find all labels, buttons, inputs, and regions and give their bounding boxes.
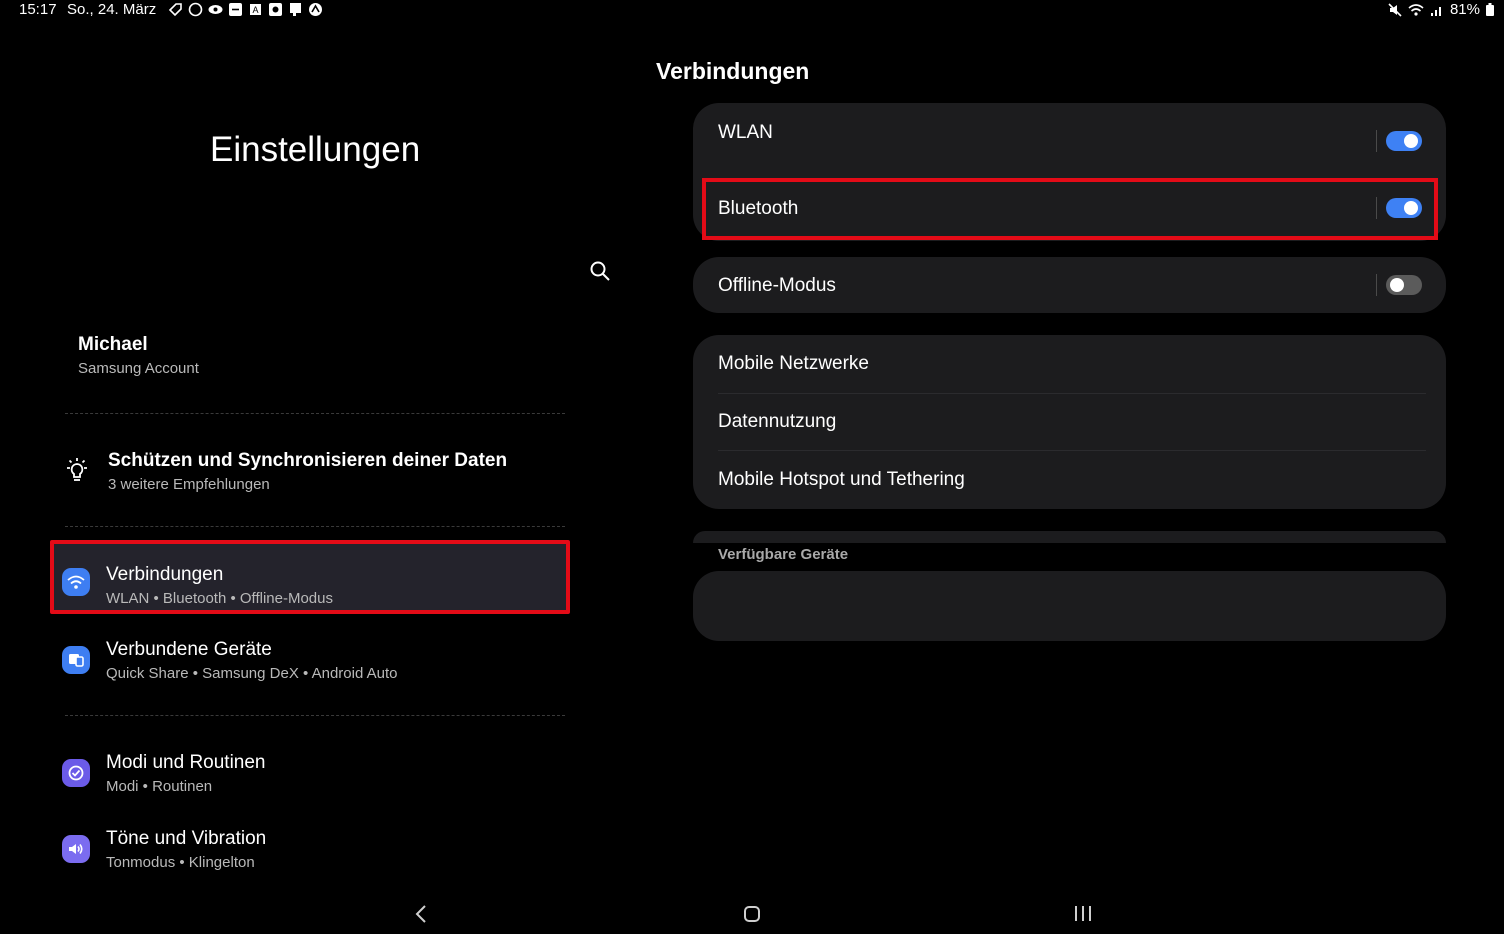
offline-mode-label[interactable]: Offline-Modus — [718, 275, 836, 297]
recent-apps-icon[interactable] — [1075, 906, 1091, 921]
tip-subtitle: 3 weitere Empfehlungen — [108, 476, 270, 493]
divider — [65, 526, 565, 527]
wifi-signal-icon — [1408, 3, 1424, 16]
devices-icon — [62, 646, 90, 674]
cell-signal-icon — [1430, 6, 1441, 16]
routines-icon — [62, 759, 90, 787]
menu-item-subtitle: Tonmodus • Klingelton — [106, 854, 255, 871]
offline-card: Offline-Modus — [693, 257, 1446, 313]
hotspot-tethering-item[interactable]: Mobile Hotspot und Tethering — [718, 469, 965, 491]
a-icon: A — [248, 2, 263, 17]
lightbulb-icon — [63, 456, 91, 484]
svg-text:A: A — [253, 5, 259, 15]
notes-icon — [288, 2, 303, 17]
menu-item-verbindungen[interactable]: Verbindungen WLAN • Bluetooth • Offline-… — [50, 540, 570, 614]
menu-item-title: Verbundene Geräte — [106, 639, 272, 660]
section-title: Verbindungen — [656, 58, 810, 84]
dex-icon — [268, 2, 283, 17]
divider — [65, 413, 565, 414]
game-icon — [308, 2, 323, 17]
menu-item-title: Verbindungen — [106, 564, 224, 585]
network-card: Mobile Netzwerke Datennutzung Mobile Hot… — [693, 335, 1446, 509]
home-icon[interactable] — [744, 906, 760, 922]
divider — [718, 393, 1426, 394]
toggle-separator — [1376, 130, 1377, 152]
menu-item-subtitle: Quick Share • Samsung DeX • Android Auto — [106, 665, 398, 682]
status-date: So., 24. März — [67, 1, 157, 18]
menu-item-subtitle: WLAN • Bluetooth • Offline-Modus — [106, 590, 333, 607]
status-notification-icons: A — [168, 2, 323, 17]
status-system-icons: 81% — [1388, 1, 1494, 18]
menu-item-verbundene-geraete[interactable]: Verbundene Geräte Quick Share • Samsung … — [50, 622, 570, 696]
status-time: 15:17 — [19, 1, 57, 18]
wifi-icon — [62, 568, 90, 596]
menu-item-title: Töne und Vibration — [106, 828, 267, 849]
offline-mode-toggle[interactable] — [1386, 275, 1422, 295]
menu-item-toene-vibration[interactable]: Töne und Vibration Tonmodus • Klingelton — [50, 811, 570, 885]
menu-item-modi-routinen[interactable]: Modi und Routinen Modi • Routinen — [50, 735, 570, 809]
account-subtitle: Samsung Account — [78, 360, 199, 377]
eye-icon — [208, 2, 223, 17]
account-name[interactable]: Michael — [78, 334, 148, 356]
bluetooth-highlight — [702, 178, 1438, 240]
wlan-label[interactable]: WLAN — [718, 122, 773, 144]
sound-icon — [62, 835, 90, 863]
battery-text: 81% — [1449, 1, 1480, 18]
battery-icon — [1486, 3, 1494, 16]
available-devices-card — [693, 571, 1446, 641]
screen-icon — [228, 2, 243, 17]
tip-title[interactable]: Schützen und Synchronisieren deiner Date… — [108, 450, 507, 472]
menu-item-title: Modi und Routinen — [106, 752, 266, 773]
tag-icon — [168, 2, 183, 17]
back-icon[interactable] — [412, 903, 430, 925]
divider — [65, 715, 565, 716]
page-title: Einstellungen — [210, 130, 421, 169]
circle-icon — [188, 2, 203, 17]
search-icon[interactable] — [589, 260, 611, 282]
wlan-toggle[interactable] — [1386, 131, 1422, 151]
toggle-separator — [1376, 274, 1377, 296]
menu-item-subtitle: Modi • Routinen — [106, 778, 213, 795]
mute-icon — [1388, 2, 1402, 17]
mobile-networks-item[interactable]: Mobile Netzwerke — [718, 353, 869, 375]
divider — [718, 450, 1426, 451]
partial-card — [693, 531, 1446, 543]
available-devices-label: Verfügbare Geräte — [718, 546, 849, 563]
data-usage-item[interactable]: Datennutzung — [718, 411, 836, 433]
